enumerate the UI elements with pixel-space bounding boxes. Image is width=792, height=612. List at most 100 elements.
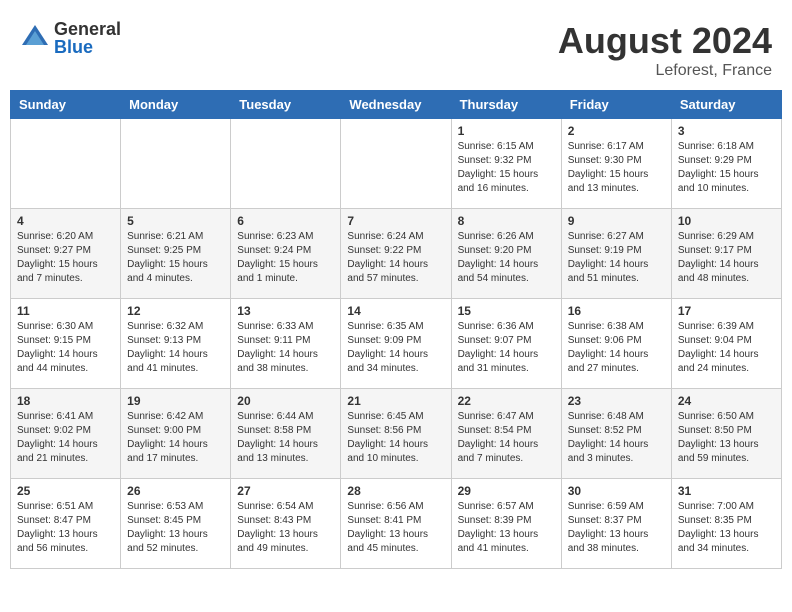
calendar-cell: 22 Sunrise: 6:47 AM Sunset: 8:54 PM Dayli… — [451, 389, 561, 479]
calendar-cell: 24 Sunrise: 6:50 AM Sunset: 8:50 PM Dayli… — [671, 389, 781, 479]
weekday-header: Sunday — [11, 91, 121, 119]
day-info: Sunrise: 6:54 AM Sunset: 8:43 PM Dayligh… — [237, 500, 334, 556]
calendar-cell: 10Sunrise: 6:29 AM Sunset: 9:17 PM Dayli… — [671, 209, 781, 299]
calendar-cell: 7Sunrise: 6:24 AM Sunset: 9:22 PM Daylig… — [341, 209, 451, 299]
day-info: Sunrise: 6:39 AM Sunset: 9:04 PM Dayligh… — [678, 320, 775, 376]
day-info: Sunrise: 6:59 AM Sunset: 8:37 PM Dayligh… — [568, 500, 665, 556]
calendar-cell: 19 Sunrise: 6:42 AM Sunset: 9:00 PM Dayli… — [121, 389, 231, 479]
day-number: 31 — [678, 484, 775, 498]
calendar-cell: 25Sunrise: 6:51 AM Sunset: 8:47 PM Dayli… — [11, 479, 121, 569]
logo-general: General — [54, 20, 121, 38]
calendar: SundayMondayTuesdayWednesdayThursdayFrid… — [10, 90, 782, 569]
day-info: Sunrise: 6:57 AM Sunset: 8:39 PM Dayligh… — [458, 500, 555, 556]
logo-blue: Blue — [54, 38, 121, 56]
calendar-cell: 20 Sunrise: 6:44 AM Sunset: 8:58 PM Dayli… — [231, 389, 341, 479]
calendar-cell: 27 Sunrise: 6:54 AM Sunset: 8:43 PM Dayli… — [231, 479, 341, 569]
day-info: Sunrise: 6:48 AM Sunset: 8:52 PM Dayligh… — [568, 410, 665, 466]
day-info: Sunrise: 6:38 AM Sunset: 9:06 PM Dayligh… — [568, 320, 665, 376]
calendar-cell: 1Sunrise: 6:15 AM Sunset: 9:32 PM Daylig… — [451, 119, 561, 209]
day-number: 13 — [237, 304, 334, 318]
day-info: Sunrise: 6:15 AM Sunset: 9:32 PM Dayligh… — [458, 140, 555, 196]
day-info: Sunrise: 6:23 AM Sunset: 9:24 PM Dayligh… — [237, 230, 334, 286]
day-info: Sunrise: 6:50 AM Sunset: 8:50 PM Dayligh… — [678, 410, 775, 466]
calendar-cell: 9 Sunrise: 6:27 AM Sunset: 9:19 PM Daylig… — [561, 209, 671, 299]
day-info: Sunrise: 6:18 AM Sunset: 9:29 PM Dayligh… — [678, 140, 775, 196]
calendar-week-row: 18 Sunrise: 6:41 AM Sunset: 9:02 PM Dayli… — [11, 389, 782, 479]
day-info: Sunrise: 6:17 AM Sunset: 9:30 PM Dayligh… — [568, 140, 665, 196]
day-number: 20 — [237, 394, 334, 408]
day-number: 18 — [17, 394, 114, 408]
calendar-cell: 2 Sunrise: 6:17 AM Sunset: 9:30 PM Daylig… — [561, 119, 671, 209]
day-number: 8 — [458, 214, 555, 228]
day-number: 11 — [17, 304, 114, 318]
day-number: 29 — [458, 484, 555, 498]
logo-icon — [20, 23, 50, 53]
day-info: Sunrise: 6:56 AM Sunset: 8:41 PM Dayligh… — [347, 500, 444, 556]
calendar-cell: 31 Sunrise: 7:00 AM Sunset: 8:35 PM Dayli… — [671, 479, 781, 569]
day-info: Sunrise: 7:00 AM Sunset: 8:35 PM Dayligh… — [678, 500, 775, 556]
calendar-cell: 14 Sunrise: 6:35 AM Sunset: 9:09 PM Dayli… — [341, 299, 451, 389]
calendar-cell: 28 Sunrise: 6:56 AM Sunset: 8:41 PM Dayli… — [341, 479, 451, 569]
calendar-cell — [341, 119, 451, 209]
weekday-header: Wednesday — [341, 91, 451, 119]
weekday-header: Friday — [561, 91, 671, 119]
day-number: 27 — [237, 484, 334, 498]
day-number: 4 — [17, 214, 114, 228]
day-info: Sunrise: 6:53 AM Sunset: 8:45 PM Dayligh… — [127, 500, 224, 556]
calendar-cell: 26 Sunrise: 6:53 AM Sunset: 8:45 PM Dayli… — [121, 479, 231, 569]
day-number: 22 — [458, 394, 555, 408]
calendar-cell: 5Sunrise: 6:21 AM Sunset: 9:25 PM Daylig… — [121, 209, 231, 299]
title-block: August 2024 Leforest, France — [558, 20, 772, 80]
day-number: 7 — [347, 214, 444, 228]
calendar-week-row: 11 Sunrise: 6:30 AM Sunset: 9:15 PM Dayli… — [11, 299, 782, 389]
day-number: 24 — [678, 394, 775, 408]
calendar-week-row: 25Sunrise: 6:51 AM Sunset: 8:47 PM Dayli… — [11, 479, 782, 569]
day-info: Sunrise: 6:20 AM Sunset: 9:27 PM Dayligh… — [17, 230, 114, 286]
calendar-cell: 3Sunrise: 6:18 AM Sunset: 9:29 PM Daylig… — [671, 119, 781, 209]
day-number: 25 — [17, 484, 114, 498]
month-year: August 2024 — [558, 20, 772, 62]
day-info: Sunrise: 6:26 AM Sunset: 9:20 PM Dayligh… — [458, 230, 555, 286]
day-info: Sunrise: 6:36 AM Sunset: 9:07 PM Dayligh… — [458, 320, 555, 376]
day-info: Sunrise: 6:41 AM Sunset: 9:02 PM Dayligh… — [17, 410, 114, 466]
day-number: 15 — [458, 304, 555, 318]
day-number: 17 — [678, 304, 775, 318]
day-info: Sunrise: 6:21 AM Sunset: 9:25 PM Dayligh… — [127, 230, 224, 286]
day-number: 16 — [568, 304, 665, 318]
calendar-cell: 4 Sunrise: 6:20 AM Sunset: 9:27 PM Daylig… — [11, 209, 121, 299]
calendar-cell — [121, 119, 231, 209]
calendar-cell: 13Sunrise: 6:33 AM Sunset: 9:11 PM Dayli… — [231, 299, 341, 389]
calendar-cell: 29 Sunrise: 6:57 AM Sunset: 8:39 PM Dayli… — [451, 479, 561, 569]
calendar-cell: 17 Sunrise: 6:39 AM Sunset: 9:04 PM Dayli… — [671, 299, 781, 389]
calendar-cell — [11, 119, 121, 209]
page-header: General Blue August 2024 Leforest, Franc… — [10, 10, 782, 85]
weekday-header: Saturday — [671, 91, 781, 119]
day-info: Sunrise: 6:32 AM Sunset: 9:13 PM Dayligh… — [127, 320, 224, 376]
day-info: Sunrise: 6:44 AM Sunset: 8:58 PM Dayligh… — [237, 410, 334, 466]
day-number: 12 — [127, 304, 224, 318]
calendar-week-row: 1Sunrise: 6:15 AM Sunset: 9:32 PM Daylig… — [11, 119, 782, 209]
calendar-cell: 30Sunrise: 6:59 AM Sunset: 8:37 PM Dayli… — [561, 479, 671, 569]
day-number: 19 — [127, 394, 224, 408]
day-number: 28 — [347, 484, 444, 498]
day-number: 14 — [347, 304, 444, 318]
calendar-week-row: 4 Sunrise: 6:20 AM Sunset: 9:27 PM Daylig… — [11, 209, 782, 299]
calendar-cell: 16 Sunrise: 6:38 AM Sunset: 9:06 PM Dayli… — [561, 299, 671, 389]
day-info: Sunrise: 6:42 AM Sunset: 9:00 PM Dayligh… — [127, 410, 224, 466]
day-info: Sunrise: 6:47 AM Sunset: 8:54 PM Dayligh… — [458, 410, 555, 466]
day-number: 26 — [127, 484, 224, 498]
day-info: Sunrise: 6:30 AM Sunset: 9:15 PM Dayligh… — [17, 320, 114, 376]
calendar-cell: 11 Sunrise: 6:30 AM Sunset: 9:15 PM Dayli… — [11, 299, 121, 389]
day-info: Sunrise: 6:35 AM Sunset: 9:09 PM Dayligh… — [347, 320, 444, 376]
weekday-header: Thursday — [451, 91, 561, 119]
day-info: Sunrise: 6:27 AM Sunset: 9:19 PM Dayligh… — [568, 230, 665, 286]
logo-text: General Blue — [54, 20, 121, 56]
day-number: 10 — [678, 214, 775, 228]
calendar-cell: 15 Sunrise: 6:36 AM Sunset: 9:07 PM Dayli… — [451, 299, 561, 389]
calendar-cell: 8 Sunrise: 6:26 AM Sunset: 9:20 PM Daylig… — [451, 209, 561, 299]
day-number: 2 — [568, 124, 665, 138]
logo: General Blue — [20, 20, 121, 56]
day-number: 6 — [237, 214, 334, 228]
day-number: 9 — [568, 214, 665, 228]
calendar-cell: 21Sunrise: 6:45 AM Sunset: 8:56 PM Dayli… — [341, 389, 451, 479]
